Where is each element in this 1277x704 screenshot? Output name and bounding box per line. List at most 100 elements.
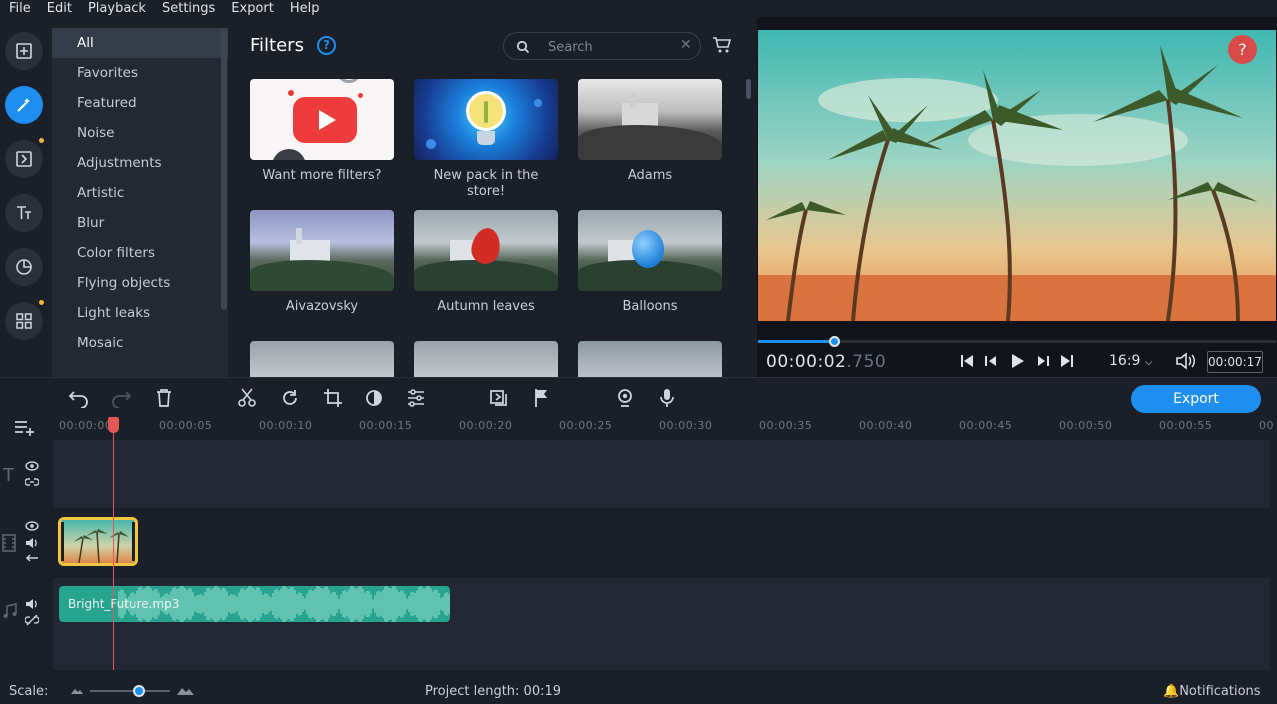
video-clip[interactable] xyxy=(58,517,138,566)
menu-export[interactable]: Export xyxy=(222,0,281,17)
panel-title: Filters xyxy=(250,35,304,56)
category-noise[interactable]: Noise xyxy=(52,118,228,148)
transitions-button[interactable] xyxy=(5,140,43,178)
aspect-ratio-select[interactable]: 16:9 ⌵ xyxy=(1109,353,1153,369)
search-icon xyxy=(516,40,530,54)
unlink-icon[interactable] xyxy=(25,614,39,626)
filters-button[interactable] xyxy=(5,86,43,124)
category-featured[interactable]: Featured xyxy=(52,88,228,118)
filter-tile-adams[interactable]: Adams xyxy=(578,79,722,184)
menu-help[interactable]: Help xyxy=(281,0,327,17)
category-light-leaks[interactable]: Light leaks xyxy=(52,298,228,328)
clear-search-icon[interactable]: ✕ xyxy=(680,37,692,53)
scale-label: Scale: xyxy=(9,684,49,699)
panel-scrollbar[interactable] xyxy=(746,79,751,99)
import-icon xyxy=(16,43,32,59)
scale-slider-knob[interactable] xyxy=(133,685,145,697)
category-blur[interactable]: Blur xyxy=(52,208,228,238)
microphone-icon[interactable] xyxy=(659,388,675,408)
volume-icon[interactable] xyxy=(1175,352,1197,370)
playhead-handle[interactable] xyxy=(108,417,119,433)
category-all[interactable]: All xyxy=(52,28,228,58)
transition-wizard-icon[interactable] xyxy=(489,388,509,408)
arrow-left-icon[interactable] xyxy=(25,553,39,563)
category-color-filters[interactable]: Color filters xyxy=(52,238,228,268)
chevron-down-icon: ⌵ xyxy=(1144,357,1153,368)
zoom-out-icon[interactable] xyxy=(71,686,83,694)
timeline-ruler[interactable]: 00:00:00 00:00:05 00:00:10 00:00:15 00:0… xyxy=(53,417,1277,439)
filter-tile-new-pack[interactable]: New pack in the store! xyxy=(414,79,558,200)
clip-properties-icon[interactable] xyxy=(406,388,426,408)
next-frame-icon[interactable] xyxy=(1035,353,1051,369)
category-artistic[interactable]: Artistic xyxy=(52,178,228,208)
grid-icon xyxy=(16,313,32,329)
audio-clip[interactable]: Bright_Future.mp3 xyxy=(59,586,450,622)
more-tools-button[interactable] xyxy=(5,302,43,340)
undo-icon[interactable] xyxy=(68,388,90,408)
crop-icon[interactable] xyxy=(323,388,343,408)
transitions-icon xyxy=(16,151,32,167)
import-button[interactable] xyxy=(5,32,43,70)
skip-to-start-icon[interactable] xyxy=(959,353,975,369)
delete-icon[interactable] xyxy=(155,388,173,408)
ruler-label: 00:00:35 xyxy=(759,419,813,432)
castle-balloon-thumbnail xyxy=(578,210,722,291)
add-track-icon[interactable] xyxy=(14,420,36,436)
search-input[interactable] xyxy=(548,38,668,56)
scale-slider-track[interactable] xyxy=(90,690,170,692)
video-track[interactable] xyxy=(53,509,1270,577)
menu-file[interactable]: File xyxy=(0,0,38,17)
play-icon[interactable] xyxy=(1009,353,1025,369)
cart-icon[interactable] xyxy=(712,36,732,54)
help-button[interactable]: ? xyxy=(1228,35,1257,64)
previous-frame-icon[interactable] xyxy=(983,353,999,369)
filter-tile-aivazovsky[interactable]: Aivazovsky xyxy=(250,210,394,315)
tile-label: New pack in the store! xyxy=(433,168,539,199)
link-icon[interactable] xyxy=(25,477,39,487)
timecode-main: 00:00:02 xyxy=(766,352,847,372)
cut-icon[interactable] xyxy=(238,388,256,408)
eye-icon[interactable] xyxy=(25,461,39,471)
filter-tile-balloons[interactable]: Balloons xyxy=(578,210,722,315)
redo-icon[interactable] xyxy=(110,388,132,408)
video-preview[interactable] xyxy=(758,30,1276,321)
rotate-icon[interactable] xyxy=(280,388,300,408)
speaker-icon[interactable] xyxy=(25,537,39,549)
titles-button[interactable] xyxy=(5,194,43,232)
filter-thumbnail xyxy=(414,341,558,377)
help-icon[interactable]: ? xyxy=(317,36,336,55)
category-flying-objects[interactable]: Flying objects xyxy=(52,268,228,298)
eye-icon[interactable] xyxy=(25,521,39,531)
skip-to-end-icon[interactable] xyxy=(1059,353,1075,369)
filter-tile-want-more[interactable]: Want more filters? xyxy=(250,79,394,184)
lightbulb-thumbnail xyxy=(414,79,558,160)
menu-edit[interactable]: Edit xyxy=(38,0,79,17)
ruler-label: 00:00:30 xyxy=(659,419,713,432)
more-tools-new-dot xyxy=(39,300,44,305)
palm-trees-image xyxy=(758,30,1276,321)
menu-playback[interactable]: Playback xyxy=(79,0,153,17)
balloon-icon xyxy=(632,230,664,268)
filter-tile[interactable] xyxy=(578,341,722,377)
zoom-in-icon[interactable] xyxy=(177,685,194,695)
webcam-icon[interactable] xyxy=(616,388,634,408)
filter-tile[interactable] xyxy=(250,341,394,377)
category-scrollbar[interactable] xyxy=(221,30,227,310)
filter-tile-autumn-leaves[interactable]: Autumn leaves xyxy=(414,210,558,315)
marker-flag-icon[interactable] xyxy=(533,388,551,408)
title-track[interactable] xyxy=(53,440,1270,508)
stickers-button[interactable] xyxy=(5,248,43,286)
color-adjust-icon[interactable] xyxy=(364,388,384,408)
category-adjustments[interactable]: Adjustments xyxy=(52,148,228,178)
menu-settings[interactable]: Settings xyxy=(153,0,222,17)
filter-tile[interactable] xyxy=(414,341,558,377)
category-favorites[interactable]: Favorites xyxy=(52,58,228,88)
ruler-label: 00:00:20 xyxy=(459,419,513,432)
status-bar: Scale: Project length: 00:19 🔔Notificati… xyxy=(0,677,1277,704)
playback-progress-knob[interactable] xyxy=(829,336,840,347)
notifications-button[interactable]: 🔔Notifications xyxy=(1163,684,1261,699)
tile-label: Adams xyxy=(627,168,673,183)
speaker-icon[interactable] xyxy=(25,598,39,610)
category-mosaic[interactable]: Mosaic xyxy=(52,328,228,358)
export-button[interactable]: Export xyxy=(1131,385,1261,413)
